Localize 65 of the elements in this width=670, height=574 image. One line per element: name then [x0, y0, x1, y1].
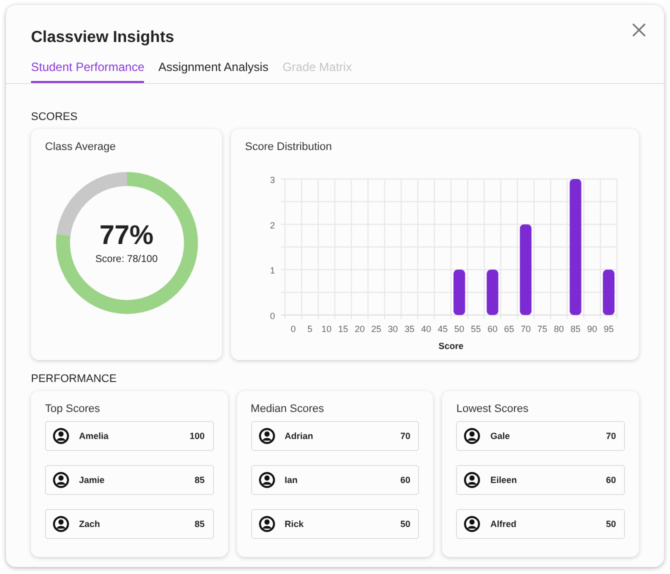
tab[interactable]: Student Performance: [31, 57, 144, 83]
card-title: Top Scores: [45, 403, 102, 415]
user-icon: [258, 472, 275, 488]
user-icon: [53, 516, 69, 532]
student-name: Rick: [284, 519, 305, 529]
student-score: 50: [606, 519, 616, 529]
axis-tick-label: 95: [604, 324, 614, 334]
axis-tick-label: 55: [470, 324, 481, 334]
student-name: Zach: [79, 519, 102, 529]
user-icon: [464, 428, 480, 444]
percent-value: 77%: [99, 220, 154, 251]
card-title: Lowest Scores: [456, 403, 530, 415]
axis-tick-label: 1: [270, 266, 275, 276]
axis-tick-label: 90: [587, 324, 598, 334]
axis-tick-label: 15: [338, 324, 348, 334]
student-score: 70: [400, 431, 410, 441]
axis-tick-label: 80: [554, 324, 564, 334]
student-score: 70: [606, 431, 616, 441]
card-title: Median Scores: [250, 403, 326, 415]
student-score: 60: [606, 475, 616, 485]
axis-tick-label: 3: [270, 175, 275, 185]
student-name: Ian: [284, 475, 299, 485]
user-icon: [464, 472, 480, 488]
user-icon: [53, 428, 69, 444]
student-score: 50: [400, 519, 410, 529]
axis-tick-label: 0: [270, 311, 275, 321]
student-name: Alfred: [490, 519, 518, 529]
axis-title: Score: [438, 341, 464, 351]
close-button[interactable]: [632, 23, 646, 37]
axis-tick-label: 50: [454, 324, 464, 334]
student-name: Jamie: [79, 475, 106, 485]
card-title: Score Distribution: [245, 141, 333, 153]
user-icon: [258, 428, 275, 444]
axis-tick-label: 45: [438, 324, 448, 334]
axis-tick-label: 60: [488, 324, 498, 334]
student-score: 85: [194, 519, 205, 529]
student-name: Eileen: [490, 475, 518, 485]
axis-tick-label: 65: [504, 324, 514, 334]
axis-tick-label: 25: [371, 324, 382, 334]
section-heading: SCORES: [31, 111, 78, 123]
student-score: 100: [190, 431, 205, 441]
axis-tick-label: 85: [570, 324, 580, 334]
section-heading: PERFORMANCE: [31, 373, 118, 385]
axis-tick-label: 10: [322, 324, 332, 334]
axis-tick-label: 30: [388, 324, 398, 334]
student-name: Amelia: [79, 431, 110, 441]
card-title: Class Average: [45, 141, 117, 153]
axis-tick-label: 0: [290, 324, 296, 334]
student-score: 85: [194, 475, 205, 485]
tab[interactable]: Assignment Analysis: [158, 57, 268, 83]
user-icon: [464, 516, 480, 532]
axis-tick-label: 2: [270, 220, 275, 230]
axis-tick-label: 70: [520, 324, 531, 334]
score-label: Score: 78/100: [95, 254, 158, 265]
axis-tick-label: 20: [354, 324, 365, 334]
window-title: Classview Insights: [31, 29, 174, 47]
user-icon: [258, 516, 275, 532]
axis-tick-label: 40: [421, 324, 432, 334]
student-name: Gale: [490, 431, 511, 441]
axis-tick-label: 5: [307, 324, 312, 334]
user-icon: [53, 472, 69, 488]
student-name: Adrian: [284, 431, 314, 441]
student-score: 60: [400, 475, 410, 485]
axis-tick-label: 35: [404, 324, 414, 334]
axis-tick-label: 75: [537, 324, 548, 334]
